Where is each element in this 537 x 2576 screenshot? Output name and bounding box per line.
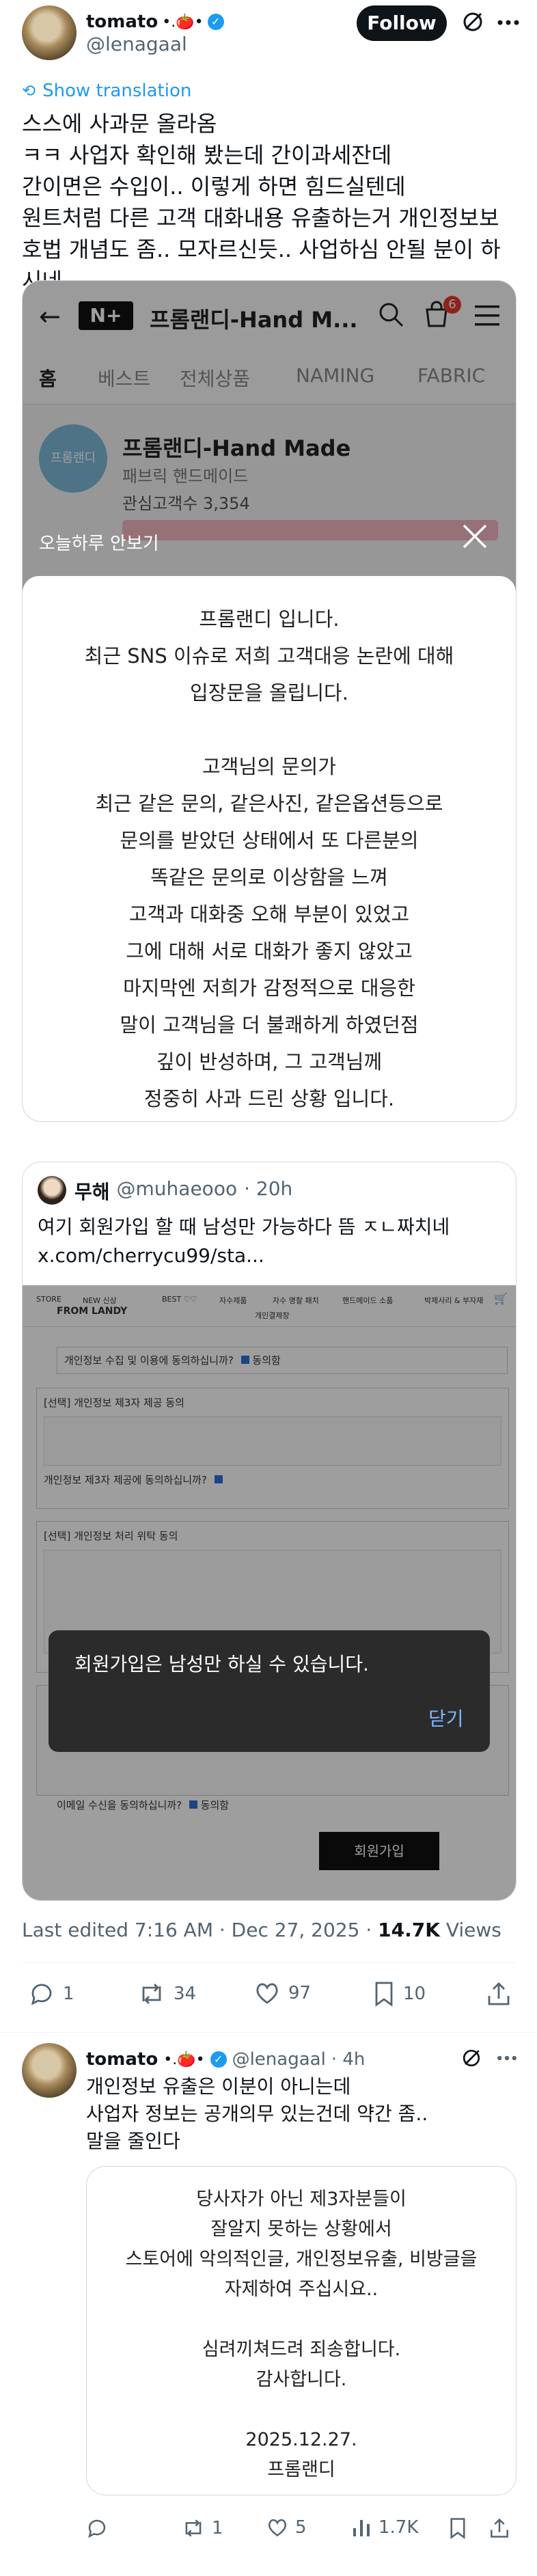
- reply-like-icon: [268, 2519, 287, 2537]
- reply-handle[interactable]: @lenagaal: [232, 2049, 326, 2070]
- store-screenshot-media[interactable]: ← N+ 프롬랜디-Hand M... 6 홈 베스트 전체상품 NAMING …: [22, 280, 517, 1122]
- reply-views-count: 1.7K: [378, 2517, 419, 2538]
- share-button[interactable]: [486, 1981, 511, 2010]
- tweet-text: 스스에 사과문 올라옴 ㅋㅋ 사업자 확인해 봤는데 간이과세잔데 간이면은 수…: [22, 111, 501, 294]
- repost-icon: [142, 1984, 161, 2004]
- reply-verified-badge-icon: ✓: [210, 2051, 227, 2068]
- reply-avatar[interactable]: [22, 2043, 77, 2098]
- reply-icon: [31, 1984, 52, 2005]
- tweet-meta: Last edited 7:16 AM · Dec 27, 2025 · 14.…: [22, 1919, 501, 1941]
- reply-time: · 4h: [331, 2049, 366, 2070]
- author-emoji: •.🍅•: [162, 13, 204, 31]
- quote-avatar: [38, 1176, 66, 1205]
- reply-repost-icon: [185, 2519, 202, 2537]
- share-icon: [488, 1982, 510, 2005]
- reply-image-text: 당사자가 아닌 제3자분들이 잘알지 못하는 상황에서 스토어에 악의적인글, …: [125, 2189, 478, 2480]
- alert-message: 회원가입은 남성만 하실 수 있습니다.: [74, 1653, 369, 1675]
- reply-views-button[interactable]: 1.7K: [351, 2517, 418, 2538]
- notice-popup: 프롬랜디 입니다. 최근 SNS 이슈로 저희 고객대응 논란에 대해 입장문을…: [23, 576, 516, 1121]
- meta-divider: [22, 1962, 515, 1963]
- action-divider: [0, 2032, 537, 2033]
- reply-header: tomato •.🍅• ✓ @lenagaal · 4h: [86, 2047, 365, 2072]
- views-icon: [353, 2520, 370, 2536]
- reply-button[interactable]: 1: [29, 1981, 74, 2007]
- reply-author-name[interactable]: tomato: [86, 2049, 158, 2070]
- close-popup-icon[interactable]: [460, 521, 490, 554]
- quote-time: · 20h: [244, 1177, 293, 1200]
- alert-dim-overlay: [23, 1285, 516, 1900]
- views-count: 14.7K: [378, 1919, 440, 1941]
- like-count: 97: [288, 1983, 312, 2003]
- reply-grok-icon[interactable]: [459, 2046, 484, 2073]
- action-bar: 1 34 97 10: [22, 1978, 515, 2012]
- views-label: Views: [439, 1919, 501, 1941]
- like-button[interactable]: 97: [254, 1981, 311, 2005]
- reply-share-icon: [491, 2518, 508, 2538]
- reply-reply-button[interactable]: [86, 2517, 115, 2539]
- reply-bookmark-icon: [450, 2518, 465, 2539]
- reply-share-button[interactable]: [489, 2517, 510, 2542]
- translate-icon: ⟲: [22, 81, 36, 100]
- reply-count: 1: [63, 1984, 74, 2004]
- reply-reply-icon: [88, 2519, 106, 2538]
- show-translation-label: Show translation: [42, 81, 192, 101]
- reply-like-button[interactable]: 5: [266, 2517, 307, 2538]
- bookmark-icon: [375, 1982, 393, 2007]
- quote-header: 무해 @muhaeooo · 20h: [74, 1177, 292, 1205]
- alert-close-button[interactable]: 닫기: [428, 1704, 464, 1731]
- author-name-row[interactable]: tomato •.🍅• ✓: [86, 10, 224, 34]
- author-handle[interactable]: @lenagaal: [86, 33, 187, 55]
- grok-icon[interactable]: [459, 8, 486, 36]
- hide-today-label[interactable]: 오늘하루 안보기: [39, 530, 159, 555]
- reply-text: 개인정보 유출은 이분이 아니는데 사업자 정보는 공개의무 있는건데 약간 좀…: [86, 2075, 428, 2152]
- quote-text: 여기 회원가입 할 때 남성만 가능하다 뜸 ㅈㄴ짜치네 x.com/cherr…: [38, 1216, 450, 1267]
- reply-like-count: 5: [295, 2517, 307, 2538]
- reply-action-bar: 1 5 1.7K: [86, 2516, 517, 2546]
- repost-button[interactable]: 34: [138, 1981, 196, 2007]
- quote-handle: @muhaeooo: [116, 1177, 238, 1200]
- bookmark-count: 10: [403, 1984, 426, 2004]
- author-avatar[interactable]: [22, 5, 77, 60]
- reply-repost-count: 1: [212, 2518, 223, 2538]
- author-name: tomato: [86, 12, 159, 32]
- quoted-tweet[interactable]: 무해 @muhaeooo · 20h 여기 회원가입 할 때 남성만 가능하다 …: [22, 1162, 517, 1901]
- reply-repost-button[interactable]: 1: [182, 2517, 223, 2539]
- repost-count: 34: [174, 1984, 197, 2004]
- follow-button[interactable]: Follow: [357, 5, 447, 41]
- quote-media-image[interactable]: STORE NEW 신상 BEST ♡♡ 자수제품 자수 명찰 패치 핸드메이드…: [23, 1285, 516, 1900]
- like-icon: [256, 1983, 278, 2004]
- quote-author-name: 무해: [74, 1181, 110, 1203]
- more-options-icon[interactable]: [495, 12, 522, 33]
- reply-author-emoji: •.🍅•: [163, 2051, 205, 2068]
- notice-text: 프롬랜디 입니다. 최근 SNS 이슈로 저희 고객대응 논란에 대해 입장문을…: [84, 607, 454, 1110]
- reply-more-options-icon[interactable]: [495, 2049, 519, 2070]
- reply-bookmark-button[interactable]: [448, 2517, 467, 2542]
- tweet-timestamp[interactable]: Last edited 7:16 AM · Dec 27, 2025 ·: [22, 1919, 378, 1941]
- bookmark-button[interactable]: 10: [373, 1981, 426, 2007]
- verified-badge-icon: ✓: [207, 14, 224, 30]
- show-translation-link[interactable]: ⟲ Show translation: [22, 81, 191, 101]
- reply-media-image[interactable]: 당사자가 아닌 제3자분들이 잘알지 못하는 상황에서 스토어에 악의적인글, …: [86, 2166, 517, 2495]
- alert-dialog: 회원가입은 남성만 하실 수 있습니다. 닫기: [49, 1630, 490, 1752]
